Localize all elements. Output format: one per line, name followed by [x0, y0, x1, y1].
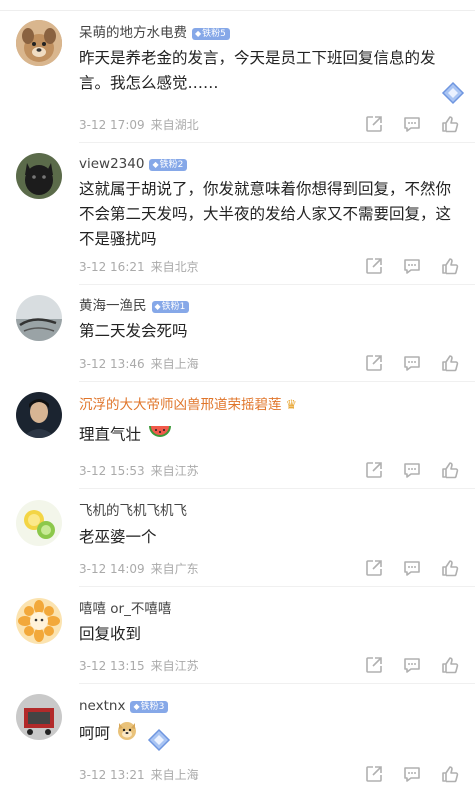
- top-divider: [0, 0, 475, 11]
- share-icon[interactable]: [364, 256, 386, 278]
- comment-icon[interactable]: [402, 353, 424, 375]
- watermelon-emoji-icon: [147, 420, 173, 450]
- timestamp: 3-12 17:09: [79, 118, 145, 132]
- comment-meta: 3-12 16:21 来自北京: [79, 258, 199, 275]
- username[interactable]: nextnx ◆铁粉3: [79, 697, 169, 715]
- username[interactable]: 嘻嘻 or_不嘻嘻: [79, 600, 171, 618]
- comment-icon[interactable]: [402, 460, 424, 482]
- comment-icon[interactable]: [402, 655, 424, 677]
- avatar[interactable]: [16, 295, 62, 341]
- comment-text: 呵呵: [79, 719, 459, 749]
- username[interactable]: view2340 ◆铁粉2: [79, 155, 188, 173]
- thumb-up-icon[interactable]: [440, 256, 462, 278]
- fan-badge: ◆铁粉5: [192, 28, 230, 40]
- comment-icon[interactable]: [402, 558, 424, 580]
- comment-text: 老巫婆一个: [79, 528, 157, 546]
- sparkle-diamond-icon: [441, 81, 465, 105]
- fan-badge: ◆铁粉1: [151, 301, 190, 313]
- location: 来自北京: [150, 260, 199, 274]
- timestamp: 3-12 16:21: [79, 260, 145, 274]
- timestamp: 3-12 13:21: [79, 768, 145, 782]
- comment-icon[interactable]: [402, 114, 424, 136]
- thumb-up-icon[interactable]: [440, 655, 462, 677]
- avatar[interactable]: [16, 694, 62, 740]
- share-icon[interactable]: [364, 558, 386, 580]
- comment-meta: 3-12 13:46 来自上海: [79, 355, 199, 372]
- avatar[interactable]: [16, 392, 62, 438]
- comment-icon[interactable]: [402, 256, 424, 278]
- username[interactable]: 飞机的飞机飞机飞: [79, 502, 187, 520]
- avatar[interactable]: [16, 20, 62, 66]
- share-icon[interactable]: [364, 764, 386, 786]
- diamond-icon: ◆: [154, 302, 161, 311]
- timestamp: 3-12 15:53: [79, 464, 145, 478]
- divider: [79, 683, 475, 684]
- location: 来自江苏: [150, 659, 199, 673]
- location: 来自江苏: [150, 464, 199, 478]
- share-icon[interactable]: [364, 353, 386, 375]
- divider: [79, 488, 475, 489]
- divider: [79, 381, 475, 382]
- sparkle-diamond-icon: [147, 728, 171, 752]
- timestamp: 3-12 13:46: [79, 357, 145, 371]
- comment-meta: 3-12 17:09 来自湖北: [79, 116, 199, 133]
- diamond-icon: ◆: [152, 160, 159, 169]
- location: 来自广东: [150, 562, 199, 576]
- avatar[interactable]: [16, 500, 62, 546]
- thumb-up-icon[interactable]: [440, 353, 462, 375]
- comment-meta: 3-12 14:09 来自广东: [79, 560, 199, 577]
- username[interactable]: 呆萌的地方水电费 ◆铁粉5: [79, 24, 230, 42]
- comment-text: 第二天发会死吗: [79, 322, 188, 340]
- fan-badge: ◆铁粉2: [149, 159, 188, 171]
- comment-text: 昨天是养老金的发言，今天是员工下班回复信息的发言。我怎么感觉……: [79, 49, 436, 92]
- diamond-icon: ◆: [133, 702, 140, 711]
- comment-text: 这就属于胡说了，你发就意味着你想得到回复，不然你不会第二天发吗，大半夜的发给人家…: [79, 180, 452, 248]
- comment-meta: 3-12 13:21 来自上海: [79, 766, 199, 783]
- thumb-up-icon[interactable]: [440, 764, 462, 786]
- username[interactable]: 黄海一渔民 ◆铁粉1: [79, 297, 190, 315]
- location: 来自上海: [150, 357, 199, 371]
- divider: [79, 142, 475, 143]
- crown-icon: ♛: [285, 398, 298, 413]
- timestamp: 3-12 14:09: [79, 562, 145, 576]
- thumb-up-icon[interactable]: [440, 114, 462, 136]
- timestamp: 3-12 13:15: [79, 659, 145, 673]
- share-icon[interactable]: [364, 114, 386, 136]
- doge-emoji-icon: [116, 719, 138, 749]
- avatar[interactable]: [16, 598, 62, 644]
- thumb-up-icon[interactable]: [440, 558, 462, 580]
- comment-icon[interactable]: [402, 764, 424, 786]
- divider: [79, 586, 475, 587]
- avatar[interactable]: [16, 153, 62, 199]
- thumb-up-icon[interactable]: [440, 460, 462, 482]
- location: 来自湖北: [150, 118, 199, 132]
- diamond-icon: ◆: [195, 29, 202, 38]
- divider: [79, 284, 475, 285]
- comment-text: 回复收到: [79, 625, 142, 643]
- comment-meta: 3-12 15:53 来自江苏: [79, 462, 199, 479]
- location: 来自上海: [150, 768, 199, 782]
- username[interactable]: 沉浮的大大帝师凶兽邢道荣摇碧莲 ♛: [79, 396, 297, 415]
- share-icon[interactable]: [364, 655, 386, 677]
- share-icon[interactable]: [364, 460, 386, 482]
- comment-meta: 3-12 13:15 来自江苏: [79, 657, 199, 674]
- fan-badge: ◆铁粉3: [130, 701, 169, 713]
- comment-text: 理直气壮: [79, 420, 459, 450]
